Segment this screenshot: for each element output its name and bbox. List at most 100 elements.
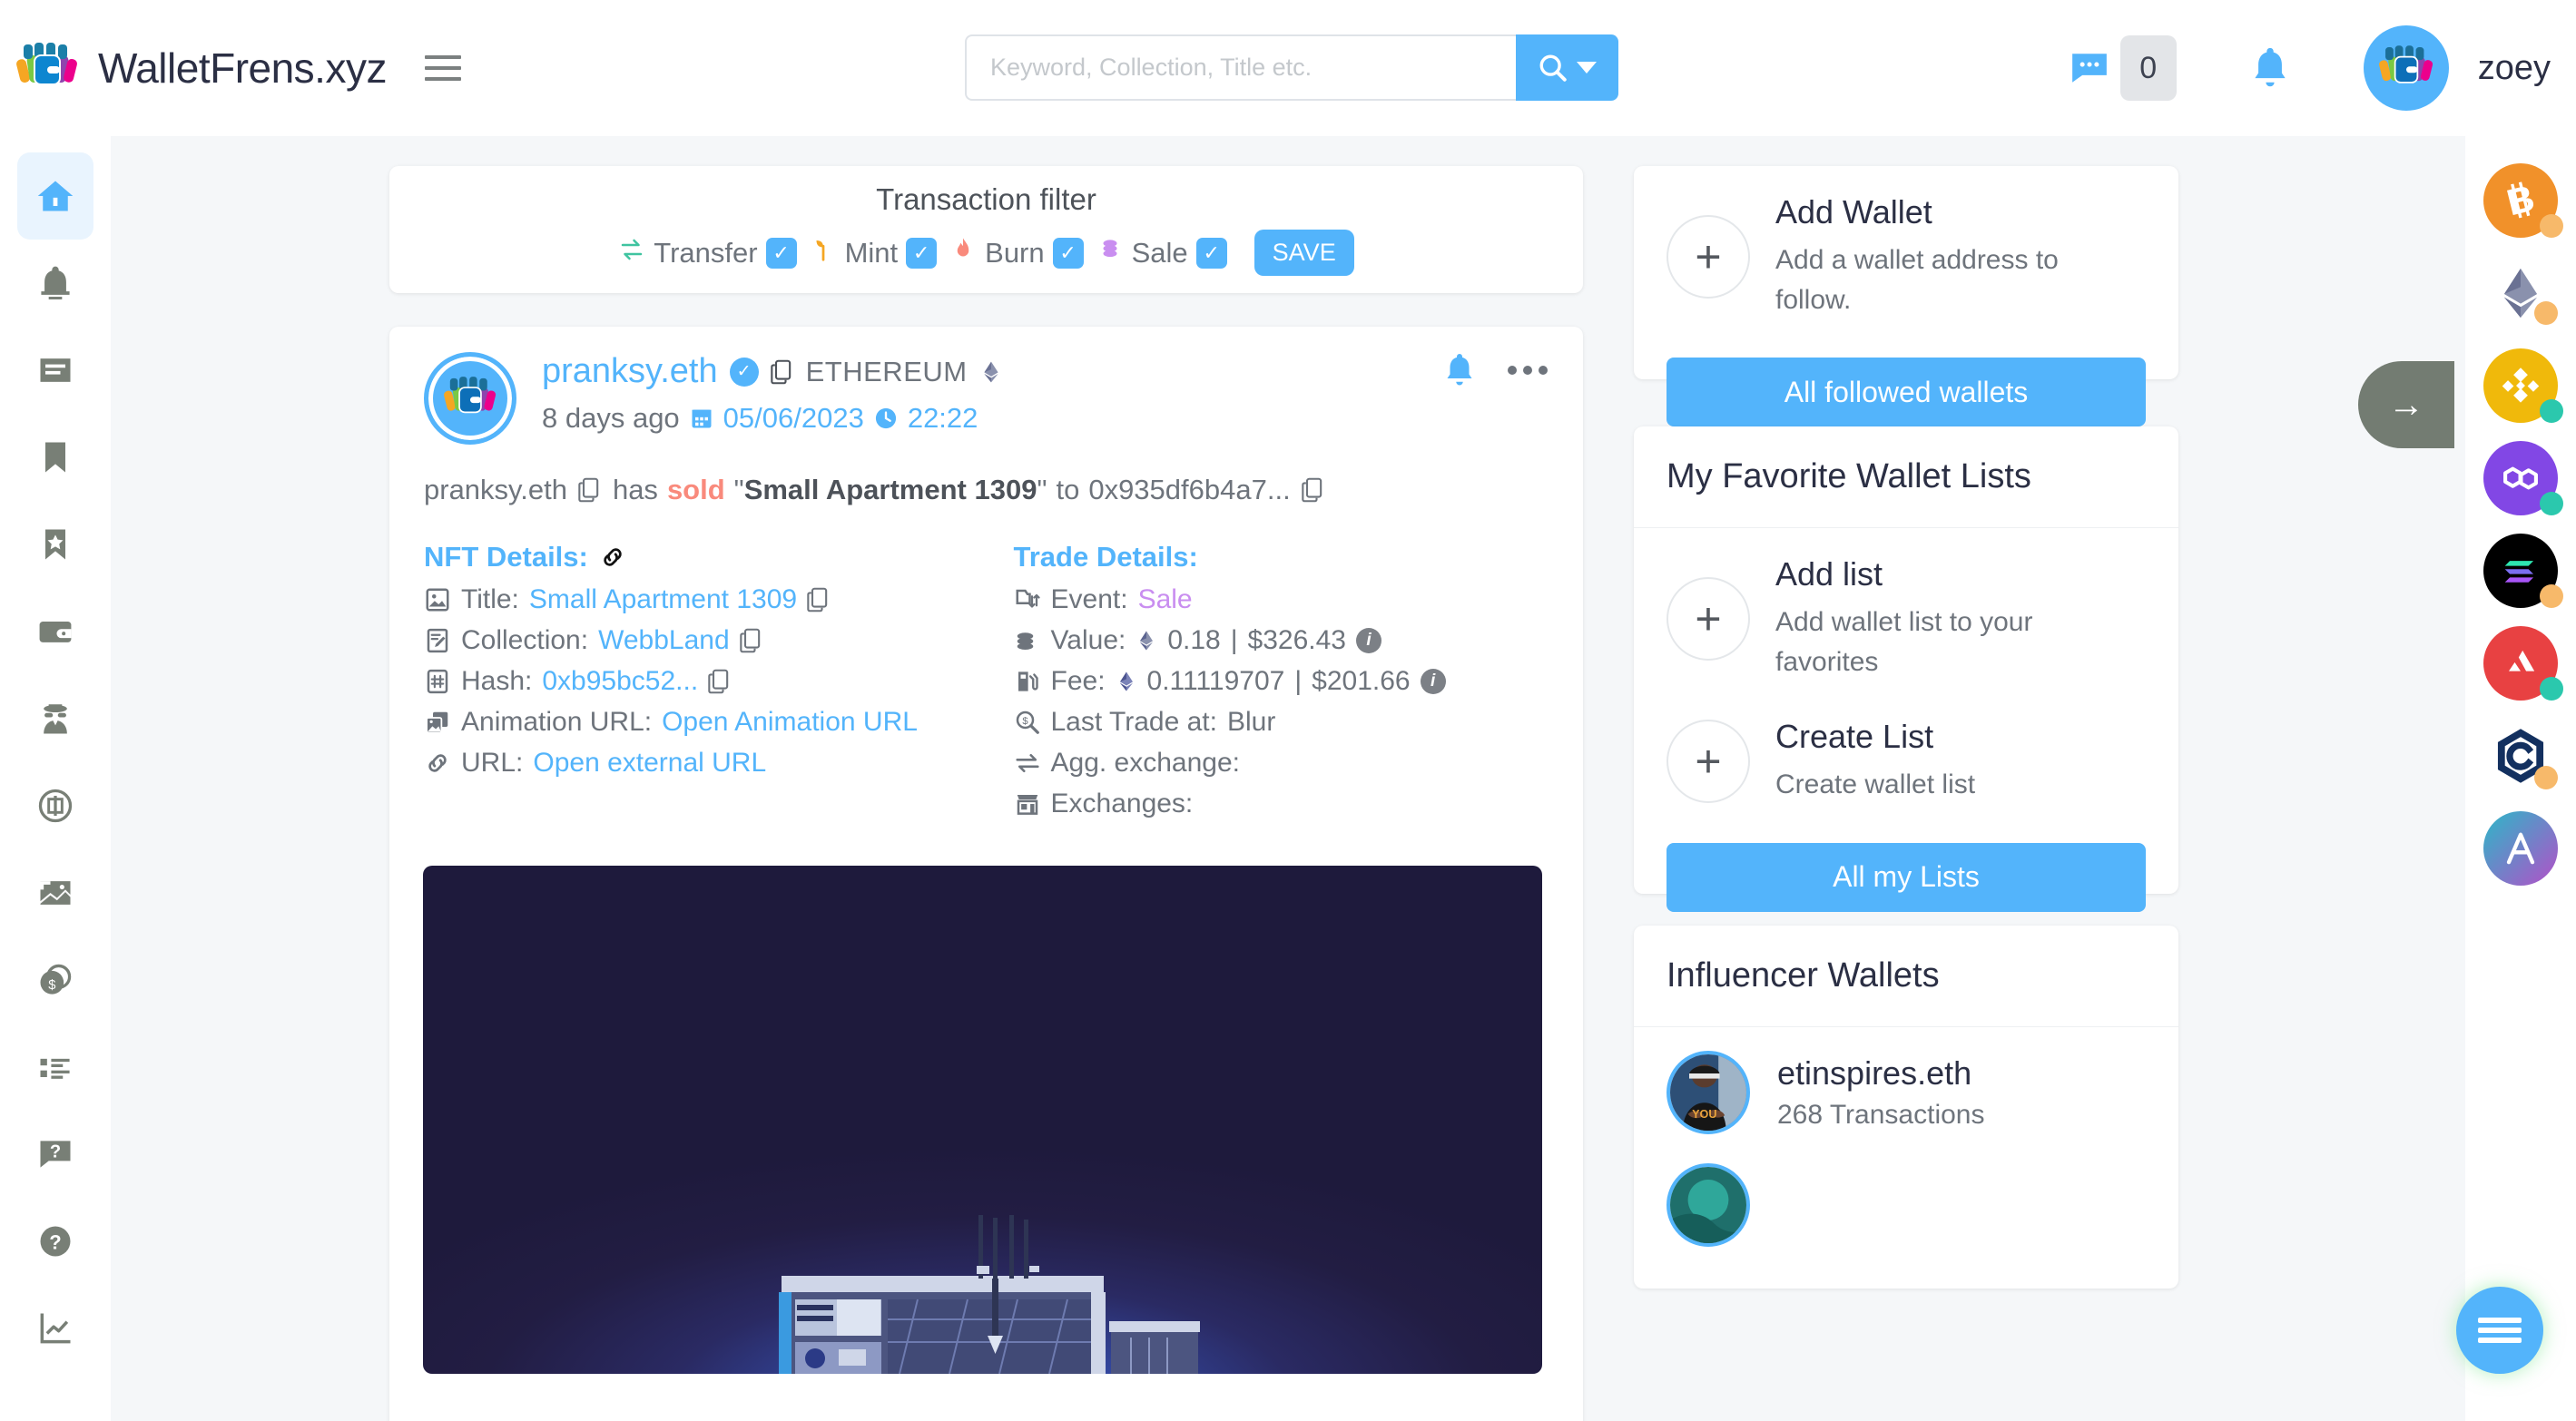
filter-option-sale[interactable]: Sale ✓ <box>1096 236 1227 270</box>
influencer-wallets-panel: Influencer Wallets YOU etinspires.eth 26… <box>1634 926 2178 1289</box>
info-icon[interactable]: i <box>1420 669 1446 694</box>
sidebar-item-lists[interactable] <box>17 1024 93 1111</box>
add-wallet-row[interactable]: + Add Wallet Add a wallet address to fol… <box>1634 166 2178 347</box>
floating-menu-button[interactable] <box>2456 1287 2543 1374</box>
bitcoin-icon[interactable]: B <box>2483 163 2563 238</box>
details-section: NFT Details: Title: Small Apartment 1309 <box>424 541 1549 829</box>
trade-details-heading: Trade Details: <box>1014 541 1549 573</box>
filter-checkbox[interactable]: ✓ <box>1052 237 1084 269</box>
brand[interactable]: WalletFrens.xyz <box>16 43 387 93</box>
verified-badge-icon: ✓ <box>729 357 759 387</box>
binance-icon[interactable] <box>2483 348 2563 423</box>
add-list-row[interactable]: + Add list Add wallet list to your favor… <box>1634 528 2178 709</box>
arbitrum-icon[interactable] <box>2483 811 2558 886</box>
all-followed-wallets-button[interactable]: All followed wallets <box>1667 358 2146 426</box>
sidebar-item-faq[interactable]: ? <box>17 1111 93 1198</box>
create-list-row[interactable]: + Create List Create wallet list <box>1634 709 2178 832</box>
add-wallet-plus-icon[interactable]: + <box>1667 214 1750 299</box>
username-label[interactable]: zoey <box>2478 49 2551 88</box>
nft-detail-animation-row: Animation URL: Open Animation URL <box>424 707 987 738</box>
add-list-subtitle: Add wallet list to your favorites <box>1775 607 2033 677</box>
trade-fee-separator: | <box>1294 666 1303 696</box>
summary-has: has <box>612 474 658 505</box>
status-dot <box>2540 584 2563 608</box>
sidebar-item-home[interactable] <box>17 152 93 240</box>
help-icon: ? <box>40 1226 71 1257</box>
time-ago-label: 8 days ago <box>542 402 680 434</box>
wallet-name-link[interactable]: pranksy.eth <box>542 352 718 391</box>
burn-icon <box>949 236 977 270</box>
chain-label: ETHEREUM <box>805 355 968 387</box>
nft-title-value[interactable]: Small Apartment 1309 <box>529 584 797 615</box>
nft-artwork[interactable] <box>423 866 1542 1374</box>
wallet-avatar[interactable] <box>424 352 516 445</box>
summary-quote-close: " <box>1037 474 1047 505</box>
nft-url-value[interactable]: Open external URL <box>533 748 766 779</box>
user-avatar[interactable] <box>2363 25 2449 111</box>
filter-option-burn[interactable]: Burn ✓ <box>949 236 1084 270</box>
avalanche-icon[interactable] <box>2483 626 2563 701</box>
sidebar-item-prices[interactable]: $ <box>17 936 93 1024</box>
list-item[interactable] <box>1634 1158 2178 1270</box>
bell-icon[interactable] <box>1443 352 1476 388</box>
menu-toggle-icon[interactable] <box>424 55 461 81</box>
sidebar-item-tokens[interactable] <box>17 762 93 849</box>
copy-icon[interactable] <box>708 669 732 694</box>
filter-checkbox[interactable]: ✓ <box>765 237 797 269</box>
polygon-icon[interactable] <box>2483 441 2563 515</box>
link-icon[interactable] <box>599 544 626 571</box>
search-dropdown-icon[interactable] <box>1577 62 1597 74</box>
sidebar-item-gallery[interactable] <box>17 849 93 936</box>
solana-icon[interactable] <box>2483 534 2563 608</box>
filter-options-row: Transfer ✓ Mint ✓ Burn ✓ Sale ✓ SAVE <box>389 230 1910 276</box>
info-icon[interactable]: i <box>1355 628 1381 653</box>
message-count-badge[interactable]: 0 <box>2119 35 2177 101</box>
sidebar-item-help[interactable]: ? <box>17 1198 93 1285</box>
animation-icon <box>426 711 448 734</box>
all-my-lists-button[interactable]: All my Lists <box>1667 842 2146 912</box>
filter-option-mint[interactable]: Mint ✓ <box>810 236 938 270</box>
ethereum-icon[interactable] <box>2483 256 2558 330</box>
filter-option-transfer[interactable]: Transfer ✓ <box>618 236 797 270</box>
trade-details-column: Trade Details: Event: Sale Value: 0.18 |… <box>987 541 1549 829</box>
sidebar-item-whales[interactable] <box>17 675 93 762</box>
sidebar-item-wallets[interactable] <box>17 588 93 675</box>
filter-checkbox[interactable]: ✓ <box>1195 237 1227 269</box>
transfer-icon <box>618 236 645 270</box>
add-list-plus-icon[interactable]: + <box>1667 576 1750 661</box>
copy-icon[interactable] <box>739 628 763 653</box>
sidebar-item-bookmarks[interactable] <box>17 414 93 501</box>
svg-text:?: ? <box>50 1142 61 1162</box>
more-options-icon[interactable] <box>1507 363 1549 377</box>
trade-fee-eth: 0.11119707 <box>1146 666 1285 696</box>
sidebar-item-feed[interactable] <box>17 327 93 414</box>
list-item[interactable]: YOU etinspires.eth 268 Transactions <box>1634 1027 2178 1158</box>
sidebar-item-analytics[interactable] <box>17 1285 93 1372</box>
copy-icon[interactable] <box>1301 477 1325 503</box>
nft-hash-value[interactable]: 0xb95bc52... <box>542 666 698 697</box>
chiliz-icon[interactable] <box>2483 719 2558 793</box>
notifications-bell-icon[interactable] <box>2249 46 2291 90</box>
create-list-plus-icon[interactable]: + <box>1667 719 1750 803</box>
nft-collection-value[interactable]: WebbLand <box>598 625 730 656</box>
sidebar-item-notifications[interactable] <box>17 240 93 327</box>
copy-icon[interactable] <box>578 477 602 503</box>
messages-icon[interactable] <box>2070 51 2109 85</box>
trade-event-label: Event: <box>1050 584 1128 614</box>
bell-icon <box>41 266 70 299</box>
save-filter-button[interactable]: SAVE <box>1254 230 1354 276</box>
nft-url-label: URL: <box>461 748 524 778</box>
copy-icon[interactable] <box>770 359 794 385</box>
filter-checkbox[interactable]: ✓ <box>906 237 938 269</box>
transaction-header-text: pranksy.eth ✓ ETHEREUM 8 days ago 05/06/… <box>542 352 1003 435</box>
copy-icon[interactable] <box>807 587 831 612</box>
exchange-arrows-icon <box>1015 753 1039 773</box>
search-input[interactable] <box>965 34 1516 101</box>
favorite-wallet-lists-panel: My Favorite Wallet Lists + Add list Add … <box>1634 426 2178 912</box>
sidebar-expand-tab[interactable]: → <box>2358 361 2454 448</box>
search-button[interactable] <box>1516 34 1618 101</box>
create-list-title: Create List <box>1775 718 1934 755</box>
dollar-coins-icon: $ <box>40 964 72 995</box>
nft-animation-value[interactable]: Open Animation URL <box>662 707 918 738</box>
sidebar-item-favorites[interactable] <box>17 501 93 588</box>
